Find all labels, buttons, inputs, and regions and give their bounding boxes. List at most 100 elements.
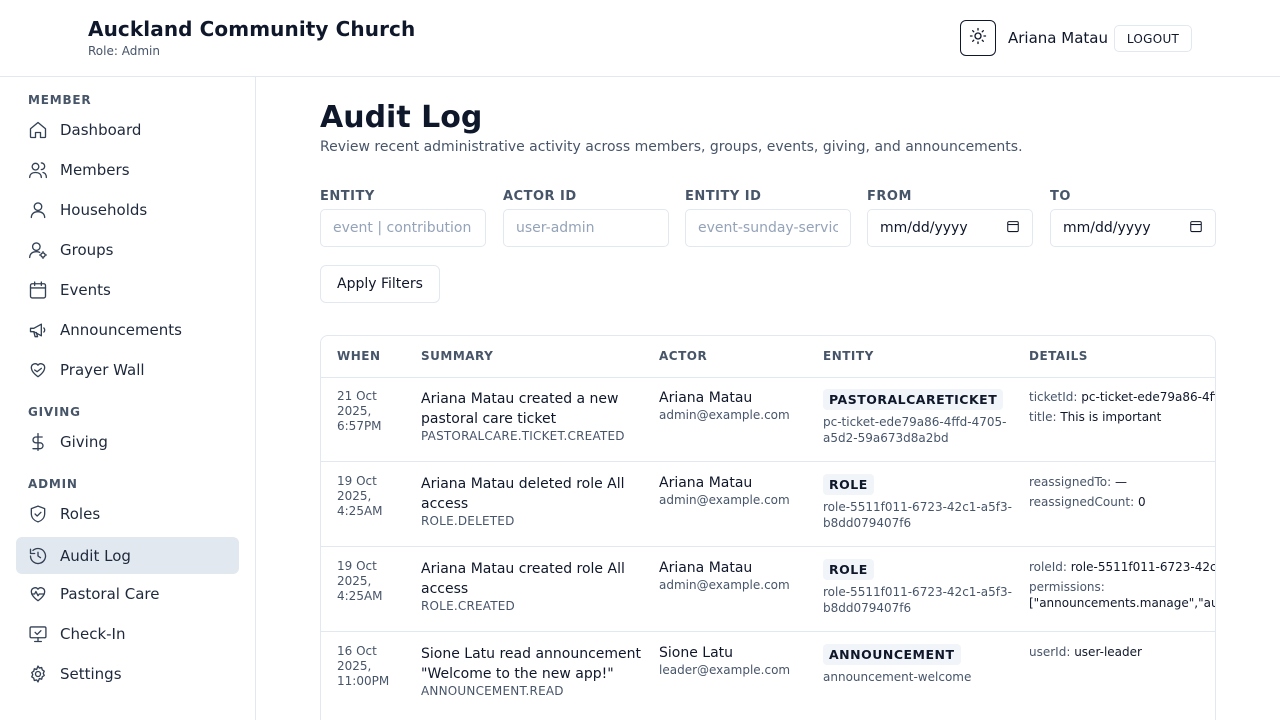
- detail-key: permissions:: [1029, 580, 1105, 594]
- sidebar-item-label: Roles: [60, 504, 101, 523]
- home-icon: [28, 120, 48, 140]
- sidebar-item-settings[interactable]: Settings: [16, 655, 239, 692]
- history-icon: [28, 546, 48, 566]
- detail-key: userId:: [1029, 645, 1071, 659]
- entity-filter-label: ENTITY: [320, 189, 375, 204]
- logout-button[interactable]: LOGOUT: [1114, 25, 1192, 52]
- sidebar-item-check-in[interactable]: Check-In: [16, 615, 239, 652]
- row-actor: Sione Latu leader@example.com: [659, 644, 809, 678]
- actor-name: Sione Latu: [659, 645, 734, 661]
- column-header-when: WHEN: [337, 349, 381, 363]
- entity-type-badge: ROLE: [823, 474, 874, 495]
- heart-pulse-icon: [28, 584, 48, 604]
- sidebar-item-events[interactable]: Events: [16, 271, 239, 308]
- to-date-label: TO: [1050, 189, 1071, 204]
- page-title: Audit Log: [320, 100, 483, 135]
- detail-key: ticketId:: [1029, 390, 1078, 404]
- app-header: Auckland Community Church Role: Admin Ar…: [0, 0, 1280, 77]
- sidebar: MEMBER Dashboard Members Households Grou…: [0, 77, 256, 720]
- user-icon: [28, 200, 48, 220]
- sidebar-item-members[interactable]: Members: [16, 151, 239, 188]
- row-entity: PASTORALCARETICKET pc-ticket-ede79a86-4f…: [823, 389, 1013, 446]
- sidebar-item-pastoral-care[interactable]: Pastoral Care: [16, 575, 239, 612]
- entity-id: role-5511f011-6723-42c1-a5f3-b8dd079407f…: [823, 585, 1012, 615]
- row-actor: Ariana Matau admin@example.com: [659, 389, 809, 423]
- detail-value: ["announcements.manage","au: [1029, 596, 1216, 610]
- apply-filters-button[interactable]: Apply Filters: [320, 265, 440, 303]
- user-role: Role: Admin: [88, 44, 160, 58]
- detail-key: title:: [1029, 410, 1057, 424]
- sidebar-item-label: Groups: [60, 240, 114, 259]
- sidebar-item-groups[interactable]: Groups: [16, 231, 239, 268]
- row-entity: ANNOUNCEMENT announcement-welcome: [823, 644, 1013, 685]
- current-user-name: Ariana Matau: [1008, 29, 1108, 47]
- to-date-input[interactable]: mm/dd/yyyy: [1050, 209, 1216, 247]
- table-row: 19 Oct 2025, 4:25AM Ariana Matau created r…: [321, 547, 1216, 632]
- calendar-icon: [28, 280, 48, 300]
- sidebar-item-label: Members: [60, 160, 130, 179]
- row-actor: Ariana Matau admin@example.com: [659, 559, 809, 593]
- action-code: ROLE.DELETED: [421, 514, 515, 528]
- detail-key: reassignedTo:: [1029, 475, 1112, 489]
- detail-key: reassignedCount:: [1029, 495, 1135, 509]
- actor-email: admin@example.com: [659, 578, 790, 592]
- entity-filter-input[interactable]: [320, 209, 486, 247]
- sidebar-item-label: Events: [60, 280, 111, 299]
- actor-filter-label: ACTOR ID: [503, 189, 577, 204]
- sidebar-item-label: Prayer Wall: [60, 360, 145, 379]
- dollar-icon: [28, 432, 48, 452]
- page-description: Review recent administrative activity ac…: [320, 139, 1023, 155]
- detail-value: user-leader: [1074, 645, 1142, 659]
- from-date-input[interactable]: mm/dd/yyyy: [867, 209, 1033, 247]
- detail-key: roleId:: [1029, 560, 1067, 574]
- row-summary: Ariana Matau created a new pastoral care…: [421, 389, 641, 443]
- detail-value: role-5511f011-6723-42c1: [1070, 560, 1216, 574]
- sidebar-item-label: Giving: [60, 432, 108, 451]
- summary-text: Sione Latu read announcement "Welcome to…: [421, 646, 642, 682]
- actor-name: Ariana Matau: [659, 475, 753, 491]
- entity-type-badge: ROLE: [823, 559, 874, 580]
- row-when: 21 Oct 2025, 6:57PM: [337, 389, 382, 433]
- row-summary: Ariana Matau deleted role All access ROL…: [421, 474, 641, 528]
- theme-toggle-button[interactable]: [960, 20, 996, 56]
- summary-text: Ariana Matau created role All access: [421, 561, 625, 597]
- from-date-value: mm/dd/yyyy: [880, 220, 968, 236]
- monitor-check-icon: [28, 624, 48, 644]
- row-summary: Sione Latu read announcement "Welcome to…: [421, 644, 641, 698]
- row-actor: Ariana Matau admin@example.com: [659, 474, 809, 508]
- sidebar-item-announcements[interactable]: Announcements: [16, 311, 239, 348]
- table-row: 19 Oct 2025, 4:25AM Ariana Matau deleted r…: [321, 462, 1215, 547]
- sidebar-item-households[interactable]: Households: [16, 191, 239, 228]
- entity-id: role-5511f011-6723-42c1-a5f3-b8dd079407f…: [823, 500, 1012, 530]
- actor-filter-input[interactable]: [503, 209, 669, 247]
- row-when: 16 Oct 2025, 11:00PM: [337, 644, 390, 688]
- column-header-summary: SUMMARY: [421, 349, 494, 363]
- sidebar-item-giving[interactable]: Giving: [16, 423, 239, 460]
- entity-type-badge: ANNOUNCEMENT: [823, 644, 961, 665]
- sidebar-section-giving: GIVING: [28, 405, 81, 419]
- entity-type-badge: PASTORALCARETICKET: [823, 389, 1004, 410]
- detail-value: 0: [1137, 495, 1146, 509]
- sidebar-item-dashboard[interactable]: Dashboard: [16, 111, 239, 148]
- sidebar-item-prayer-wall[interactable]: Prayer Wall: [16, 351, 239, 388]
- entity-id-filter-input[interactable]: [685, 209, 851, 247]
- summary-text: Ariana Matau deleted role All access: [421, 476, 625, 512]
- row-when: 19 Oct 2025, 4:25AM: [337, 474, 383, 518]
- megaphone-icon: [28, 320, 48, 340]
- sidebar-item-label: Settings: [60, 664, 122, 683]
- row-entity: ROLE role-5511f011-6723-42c1-a5f3-b8dd07…: [823, 559, 1013, 616]
- sidebar-item-audit-log[interactable]: Audit Log: [16, 537, 239, 574]
- sidebar-item-label: Check-In: [60, 624, 126, 643]
- column-header-details: DETAILS: [1029, 349, 1088, 363]
- action-code: ANNOUNCEMENT.READ: [421, 684, 564, 698]
- sidebar-item-label: Announcements: [60, 320, 182, 339]
- sidebar-item-label: Households: [60, 200, 148, 219]
- row-details: ticketId: pc-ticket-ede79a86-4ffd title:…: [1029, 389, 1215, 429]
- entity-id: pc-ticket-ede79a86-4ffd-4705-a5d2-59a673…: [823, 415, 1007, 445]
- sun-icon: [969, 27, 987, 49]
- sidebar-item-label: Audit Log: [60, 546, 131, 565]
- actor-email: leader@example.com: [659, 663, 791, 677]
- calendar-icon: [1189, 219, 1203, 237]
- sidebar-item-roles[interactable]: Roles: [16, 495, 239, 532]
- action-code: PASTORALCARE.TICKET.CREATED: [421, 429, 625, 443]
